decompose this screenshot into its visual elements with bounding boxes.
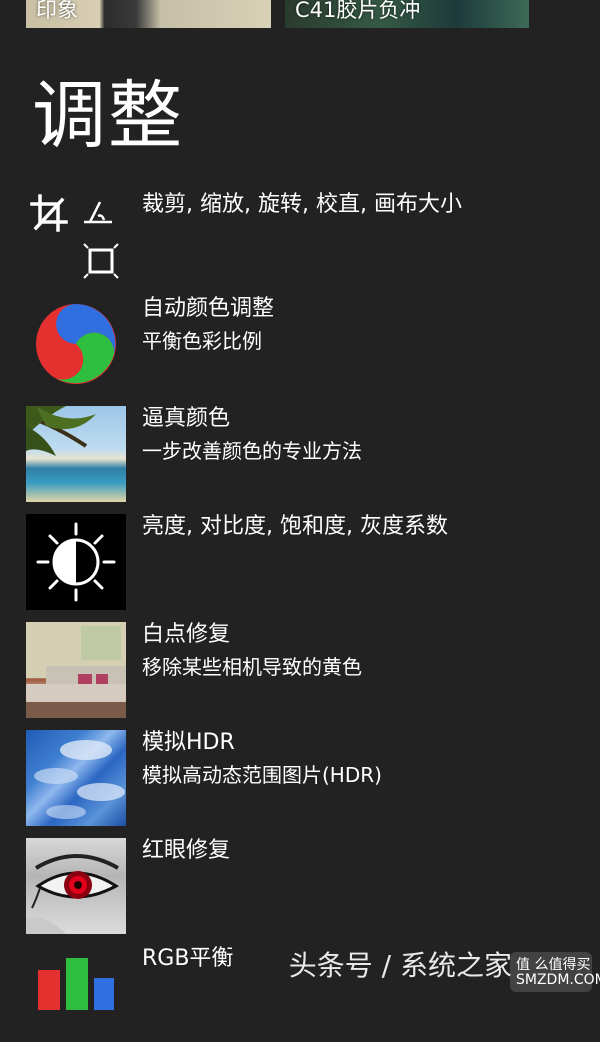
item-title: 白点修复: [142, 622, 231, 647]
item-title: 裁剪, 缩放, 旋转, 校直, 画布大小: [142, 192, 462, 217]
item-title: 逼真颜色: [142, 406, 231, 431]
item-subtitle: 移除某些相机导致的黄色: [142, 655, 362, 679]
red-eye-thumbnail: [26, 838, 126, 934]
watermark-logo-line1: 值 么值得买: [516, 957, 591, 973]
item-title: 亮度, 对比度, 饱和度, 灰度系数: [142, 514, 448, 539]
list-item-white-point[interactable]: 白点修复 移除某些相机导致的黄色: [26, 622, 586, 718]
list-item-red-eye[interactable]: 红眼修复: [26, 838, 586, 934]
item-title: 模拟HDR: [142, 730, 235, 755]
effect-tile-label: 印象: [36, 0, 78, 22]
watermark-logo: 值 么值得买 SMZDM.COM: [510, 952, 600, 992]
list-item-brightness[interactable]: 亮度, 对比度, 饱和度, 灰度系数: [26, 514, 586, 610]
list-item-hdr[interactable]: 模拟HDR 模拟高动态范围图片(HDR): [26, 730, 586, 826]
brightness-icon: [26, 514, 126, 610]
section-title: 调整: [32, 73, 184, 159]
effect-tile-c41[interactable]: C41胶片负冲: [285, 0, 529, 28]
effect-tile-impression[interactable]: 印象: [26, 0, 271, 28]
watermark-text: 头条号 / 系统之家: [288, 949, 512, 982]
effect-tile-label: C41胶片负冲: [295, 0, 421, 22]
list-item-realistic-color[interactable]: 逼真颜色 一步改善颜色的专业方法: [26, 406, 586, 502]
crop-rotate-icon: [26, 192, 126, 288]
item-title: 红眼修复: [142, 838, 231, 863]
clouds-thumbnail: [26, 730, 126, 826]
auto-color-icon: [26, 296, 126, 392]
room-thumbnail: [26, 622, 126, 718]
item-subtitle: 一步改善颜色的专业方法: [142, 439, 362, 463]
list-item-auto-color[interactable]: 自动颜色调整 平衡色彩比例: [26, 296, 586, 392]
item-subtitle: 平衡色彩比例: [142, 329, 262, 353]
item-subtitle: 模拟高动态范围图片(HDR): [142, 763, 382, 787]
rgb-bars-icon: [26, 946, 126, 1042]
item-title: 自动颜色调整: [142, 296, 275, 321]
watermark-logo-line2: SMZDM.COM: [516, 972, 600, 988]
list-item-crop[interactable]: 裁剪, 缩放, 旋转, 校直, 画布大小: [26, 192, 586, 288]
palm-beach-thumbnail: [26, 406, 126, 502]
